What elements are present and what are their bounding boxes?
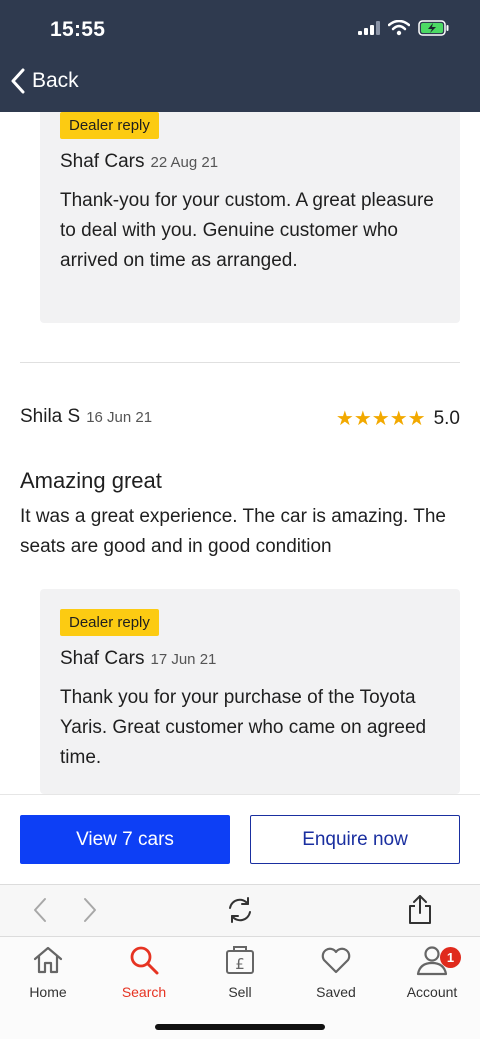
star-rating-icons: ★★★★★ bbox=[335, 408, 426, 430]
back-label: Back bbox=[32, 69, 79, 92]
browser-back-icon[interactable] bbox=[30, 895, 50, 925]
battery-charging-icon bbox=[418, 20, 449, 36]
dealer-name-text: Shaf Cars bbox=[60, 151, 145, 172]
sell-pound-icon: £ bbox=[226, 946, 254, 974]
review-title: Amazing great bbox=[20, 468, 162, 493]
enquire-now-button[interactable]: Enquire now bbox=[250, 815, 460, 864]
heart-icon bbox=[321, 947, 351, 974]
status-icons bbox=[358, 20, 450, 36]
search-icon bbox=[130, 946, 159, 975]
tab-label: Saved bbox=[316, 984, 356, 1000]
review-date: 16 Jun 21 bbox=[86, 409, 153, 426]
dealer-name: Shaf Cars 22 Aug 21 bbox=[60, 151, 218, 173]
chevron-left-icon bbox=[11, 68, 25, 94]
wifi-icon bbox=[388, 20, 410, 36]
reply-text: Thank you for your purchase of the Toyot… bbox=[60, 687, 427, 768]
review-author-name: Shila S bbox=[20, 406, 81, 427]
dealer-name-text: Shaf Cars bbox=[60, 648, 145, 669]
svg-text:£: £ bbox=[235, 955, 245, 973]
back-button[interactable]: Back bbox=[10, 68, 79, 94]
dealer-reply-badge: Dealer reply bbox=[60, 112, 159, 139]
divider bbox=[20, 362, 460, 363]
action-bar: View 7 cars Enquire now bbox=[0, 794, 480, 884]
tab-account[interactable]: 1 Account bbox=[384, 943, 480, 1000]
view-cars-button[interactable]: View 7 cars bbox=[20, 815, 230, 864]
tab-label: Search bbox=[121, 984, 167, 1000]
top-bar: 15:55 Back bbox=[0, 0, 480, 112]
refresh-icon[interactable] bbox=[226, 895, 254, 925]
tab-search[interactable]: Search bbox=[96, 943, 192, 1000]
dealer-reply-badge: Dealer reply bbox=[60, 609, 159, 636]
reply-text: Thank-you for your custom. A great pleas… bbox=[60, 190, 434, 271]
tab-home[interactable]: Home bbox=[0, 943, 96, 1000]
rating-value: 5.0 bbox=[433, 407, 460, 429]
tab-saved[interactable]: Saved bbox=[288, 943, 384, 1000]
share-icon[interactable] bbox=[406, 893, 434, 925]
dealer-reply-card: Dealer reply Shaf Cars 22 Aug 21 Thank-yo… bbox=[40, 112, 460, 323]
reviews-list[interactable]: Dealer reply Shaf Cars 22 Aug 21 Thank-yo… bbox=[0, 112, 480, 794]
home-indicator bbox=[155, 1024, 325, 1030]
review-text: It was a great experience. The car is am… bbox=[20, 506, 446, 557]
tab-label: Home bbox=[29, 984, 67, 1000]
dealer-reply-card: Dealer reply Shaf Cars 17 Jun 21 Thank yo… bbox=[40, 589, 460, 794]
tab-bar: Home Search £ Sell Saved 1 Account bbox=[0, 936, 480, 1039]
reply-date: 22 Aug 21 bbox=[150, 154, 219, 171]
browser-forward-icon[interactable] bbox=[80, 895, 100, 925]
tab-label: Sell bbox=[228, 984, 252, 1000]
status-time: 15:55 bbox=[50, 18, 106, 41]
browser-toolbar bbox=[0, 884, 480, 936]
tab-label: Account bbox=[406, 984, 458, 1000]
cellular-signal-icon bbox=[358, 21, 380, 35]
notification-badge: 1 bbox=[440, 947, 461, 968]
dealer-name: Shaf Cars 17 Jun 21 bbox=[60, 648, 216, 670]
tab-sell[interactable]: £ Sell bbox=[192, 943, 288, 1000]
home-icon bbox=[33, 946, 63, 974]
review-rating: ★★★★★ 5.0 bbox=[336, 406, 460, 431]
reply-date: 17 Jun 21 bbox=[150, 651, 217, 668]
review-author: Shila S 16 Jun 21 bbox=[20, 406, 152, 428]
